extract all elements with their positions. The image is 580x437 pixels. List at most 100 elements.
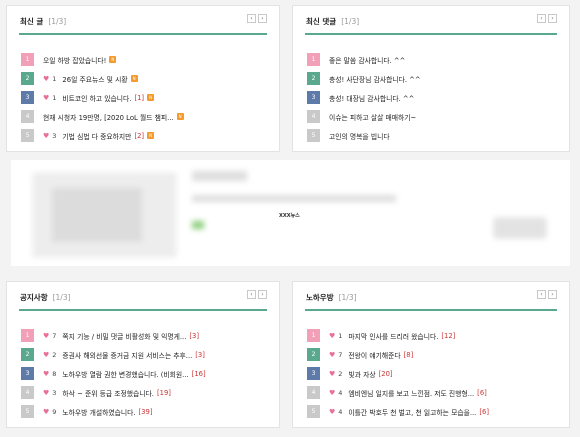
item-title-link[interactable]: 빛과 자상 (348, 369, 375, 379)
chevron-right-icon-button[interactable]: › (548, 290, 557, 299)
item-title-link[interactable]: 노하우방 열람 권한 변경했습니다. (비회원... (62, 369, 188, 379)
heart-icon: ♥ (329, 388, 336, 397)
list-item[interactable]: 3 ♥ 2 빛과 자상 [20] (307, 364, 559, 383)
rank-badge: 4 (21, 110, 34, 123)
rank-badge: 3 (307, 367, 320, 380)
comment-count: [39] (138, 407, 153, 416)
item-title-link[interactable]: 노하우방 개설하였습니다. (62, 407, 135, 417)
item-title-link[interactable]: 현재 시청자 19만명, [2020 LoL 월드 챔피... (43, 112, 174, 122)
rank-badge: 4 (21, 386, 34, 399)
comment-count: [3] (189, 331, 200, 340)
item-title-link[interactable]: 충성! 사단장님 감사합니다. ^^ (329, 74, 421, 84)
chevron-right-icon-button[interactable]: › (548, 14, 557, 23)
item-title-link[interactable]: 이슈는 피하고 살살 매매하기~ (329, 112, 416, 122)
list-item[interactable]: 3 ♥ 1 비트코인 하고 있습니다. [1] N (21, 88, 269, 107)
like-count: 4 (338, 407, 343, 416)
widget-header: 최신 글 [1/3] ‹ › (19, 6, 267, 35)
list-item[interactable]: 5 고인의 명복을 빕니다 (307, 126, 559, 145)
widget-list: 1 오일 하방 잡았습니다! N 2 ♥ 1 26일 주요뉴스 및 시황 N 3 ♥ 1 비트코인 하… (21, 50, 269, 145)
list-item[interactable]: 5 ♥ 3 기법 심법 다 중요하지만 [2] N (21, 126, 269, 145)
chevron-left-icon-button[interactable]: ‹ (537, 14, 546, 23)
widget-page-indicator: [1/3] (48, 17, 67, 26)
widget-pager: ‹ › (245, 290, 267, 299)
like-count: 1 (338, 331, 343, 340)
item-title-link[interactable]: 26일 주요뉴스 및 시황 (62, 74, 127, 84)
list-item[interactable]: 3 ♥ 8 노하우방 열람 권한 변경했습니다. (비회원... [16] (21, 364, 269, 383)
rank-badge: 5 (307, 405, 320, 418)
latest-comments-widget: 최신 댓글 [1/3] ‹ › 1 좋은 말씀 감사합니다. ^^ 2 충성! 사단장님 감사… (292, 5, 570, 152)
list-item[interactable]: 1 ♥ 7 쪽지 기능 / 비밀 댓글 비활성화 및 익명게... [3] (21, 326, 269, 345)
item-title-link[interactable]: 기법 심법 다 중요하지만 (62, 131, 131, 141)
list-item[interactable]: 4 ♥ 4 엠비엔님 일지를 보고 느낀점. 저도 진행형... [6] (307, 383, 559, 402)
heart-icon: ♥ (43, 388, 50, 397)
item-title-link[interactable]: 좋은 말씀 감사합니다. ^^ (329, 55, 405, 65)
chevron-left-icon-button[interactable]: ‹ (537, 290, 546, 299)
comment-count: [16] (191, 369, 206, 378)
new-badge-icon: N (109, 56, 117, 63)
chevron-right-icon-button[interactable]: › (258, 290, 267, 299)
rank-badge: 3 (21, 91, 34, 104)
comment-count: [8] (403, 350, 414, 359)
widget-page-indicator: [1/3] (341, 17, 360, 26)
ad-thumbnail (33, 173, 176, 257)
rank-badge: 4 (307, 386, 320, 399)
chevron-right-icon-button[interactable]: › (258, 14, 267, 23)
like-count: 7 (338, 350, 343, 359)
widget-pager: ‹ › (245, 14, 267, 23)
list-item[interactable]: 5 ♥ 4 이틀간 박호두 천 벌고, 천 잃고하는 모습을... [6] (307, 402, 559, 421)
widget-page-indicator: [1/3] (52, 293, 71, 302)
rank-badge: 2 (21, 348, 34, 361)
item-title-link[interactable]: 충성! 대장님 감사합니다. ^^ (329, 93, 414, 103)
like-count: 1 (52, 93, 57, 102)
new-badge-icon: N (130, 75, 138, 82)
item-title-link[interactable]: 증권사 해외선물 증거금 지원 서비스는 추후... (62, 350, 192, 360)
list-item[interactable]: 3 충성! 대장님 감사합니다. ^^ (307, 88, 559, 107)
widget-page-indicator: [1/3] (338, 293, 357, 302)
heart-icon: ♥ (43, 131, 50, 140)
list-item[interactable]: 2 ♥ 7 전왕이 얘기해준다 [8] (307, 345, 559, 364)
item-title-link[interactable]: 쪽지 기능 / 비밀 댓글 비활성화 및 익명게... (62, 331, 186, 341)
item-title-link[interactable]: 마지막 인사를 드리러 왔습니다. (348, 331, 438, 341)
item-title-link[interactable]: 엠비엔님 일지를 보고 느낀점. 저도 진행형... (348, 388, 474, 398)
list-item[interactable]: 1 오일 하방 잡았습니다! N (21, 50, 269, 69)
list-item[interactable]: 1 좋은 말씀 감사합니다. ^^ (307, 50, 559, 69)
heart-icon: ♥ (329, 350, 336, 359)
comment-count: [19] (156, 388, 171, 397)
like-count: 4 (338, 388, 343, 397)
list-item[interactable]: 2 충성! 사단장님 감사합니다. ^^ (307, 69, 559, 88)
ad-banner[interactable]: XXX뉴스 (11, 160, 570, 266)
list-item[interactable]: 4 이슈는 피하고 살살 매매하기~ (307, 107, 559, 126)
list-item[interactable]: 2 ♥ 1 26일 주요뉴스 및 시황 N (21, 69, 269, 88)
chevron-left-icon-button[interactable]: ‹ (247, 290, 256, 299)
ad-button (494, 218, 546, 238)
item-title-link[interactable]: 고인의 명복을 빕니다 (329, 131, 390, 141)
item-title-link[interactable]: 비트코인 하고 있습니다. (62, 93, 131, 103)
heart-icon: ♥ (43, 74, 50, 83)
widget-pager: ‹ › (535, 290, 557, 299)
heart-icon: ♥ (43, 331, 50, 340)
list-item[interactable]: 5 ♥ 9 노하우방 개설하였습니다. [39] (21, 402, 269, 421)
list-item[interactable]: 4 현재 시청자 19만명, [2020 LoL 월드 챔피... N (21, 107, 269, 126)
list-item[interactable]: 4 ♥ 3 하삭 ~ 준위 등급 조정했습니다. [19] (21, 383, 269, 402)
item-title-link[interactable]: 하삭 ~ 준위 등급 조정했습니다. (62, 388, 154, 398)
heart-icon: ♥ (329, 369, 336, 378)
rank-badge: 3 (21, 367, 34, 380)
latest-posts-widget: 최신 글 [1/3] ‹ › 1 오일 하방 잡았습니다! N 2 ♥ 1 26일 주요뉴스 및 시… (6, 5, 280, 152)
item-title-link[interactable]: 오일 하방 잡았습니다! (43, 55, 106, 65)
list-item[interactable]: 1 ♥ 1 마지막 인사를 드리러 왔습니다. [12] (307, 326, 559, 345)
heart-icon: ♥ (43, 93, 50, 102)
comment-count: [1] (134, 93, 145, 102)
rank-badge: 2 (307, 72, 320, 85)
list-item[interactable]: 2 ♥ 2 증권사 해외선물 증거금 지원 서비스는 추후... [3] (21, 345, 269, 364)
chevron-left-icon-button[interactable]: ‹ (247, 14, 256, 23)
rank-badge: 5 (21, 405, 34, 418)
item-title-link[interactable]: 이틀간 박호두 천 벌고, 천 잃고하는 모습을... (348, 407, 476, 417)
item-title-link[interactable]: 전왕이 얘기해준다 (348, 350, 400, 360)
like-count: 2 (52, 350, 57, 359)
ad-logo: XXX뉴스 (279, 213, 300, 219)
widget-header: 최신 댓글 [1/3] ‹ › (305, 6, 557, 35)
like-count: 3 (52, 131, 57, 140)
widget-list: 1 ♥ 7 쪽지 기능 / 비밀 댓글 비활성화 및 익명게... [3] 2 ♥ 2 증권사 … (21, 326, 269, 421)
comment-count: [6] (477, 388, 487, 397)
rank-badge: 1 (21, 53, 34, 66)
